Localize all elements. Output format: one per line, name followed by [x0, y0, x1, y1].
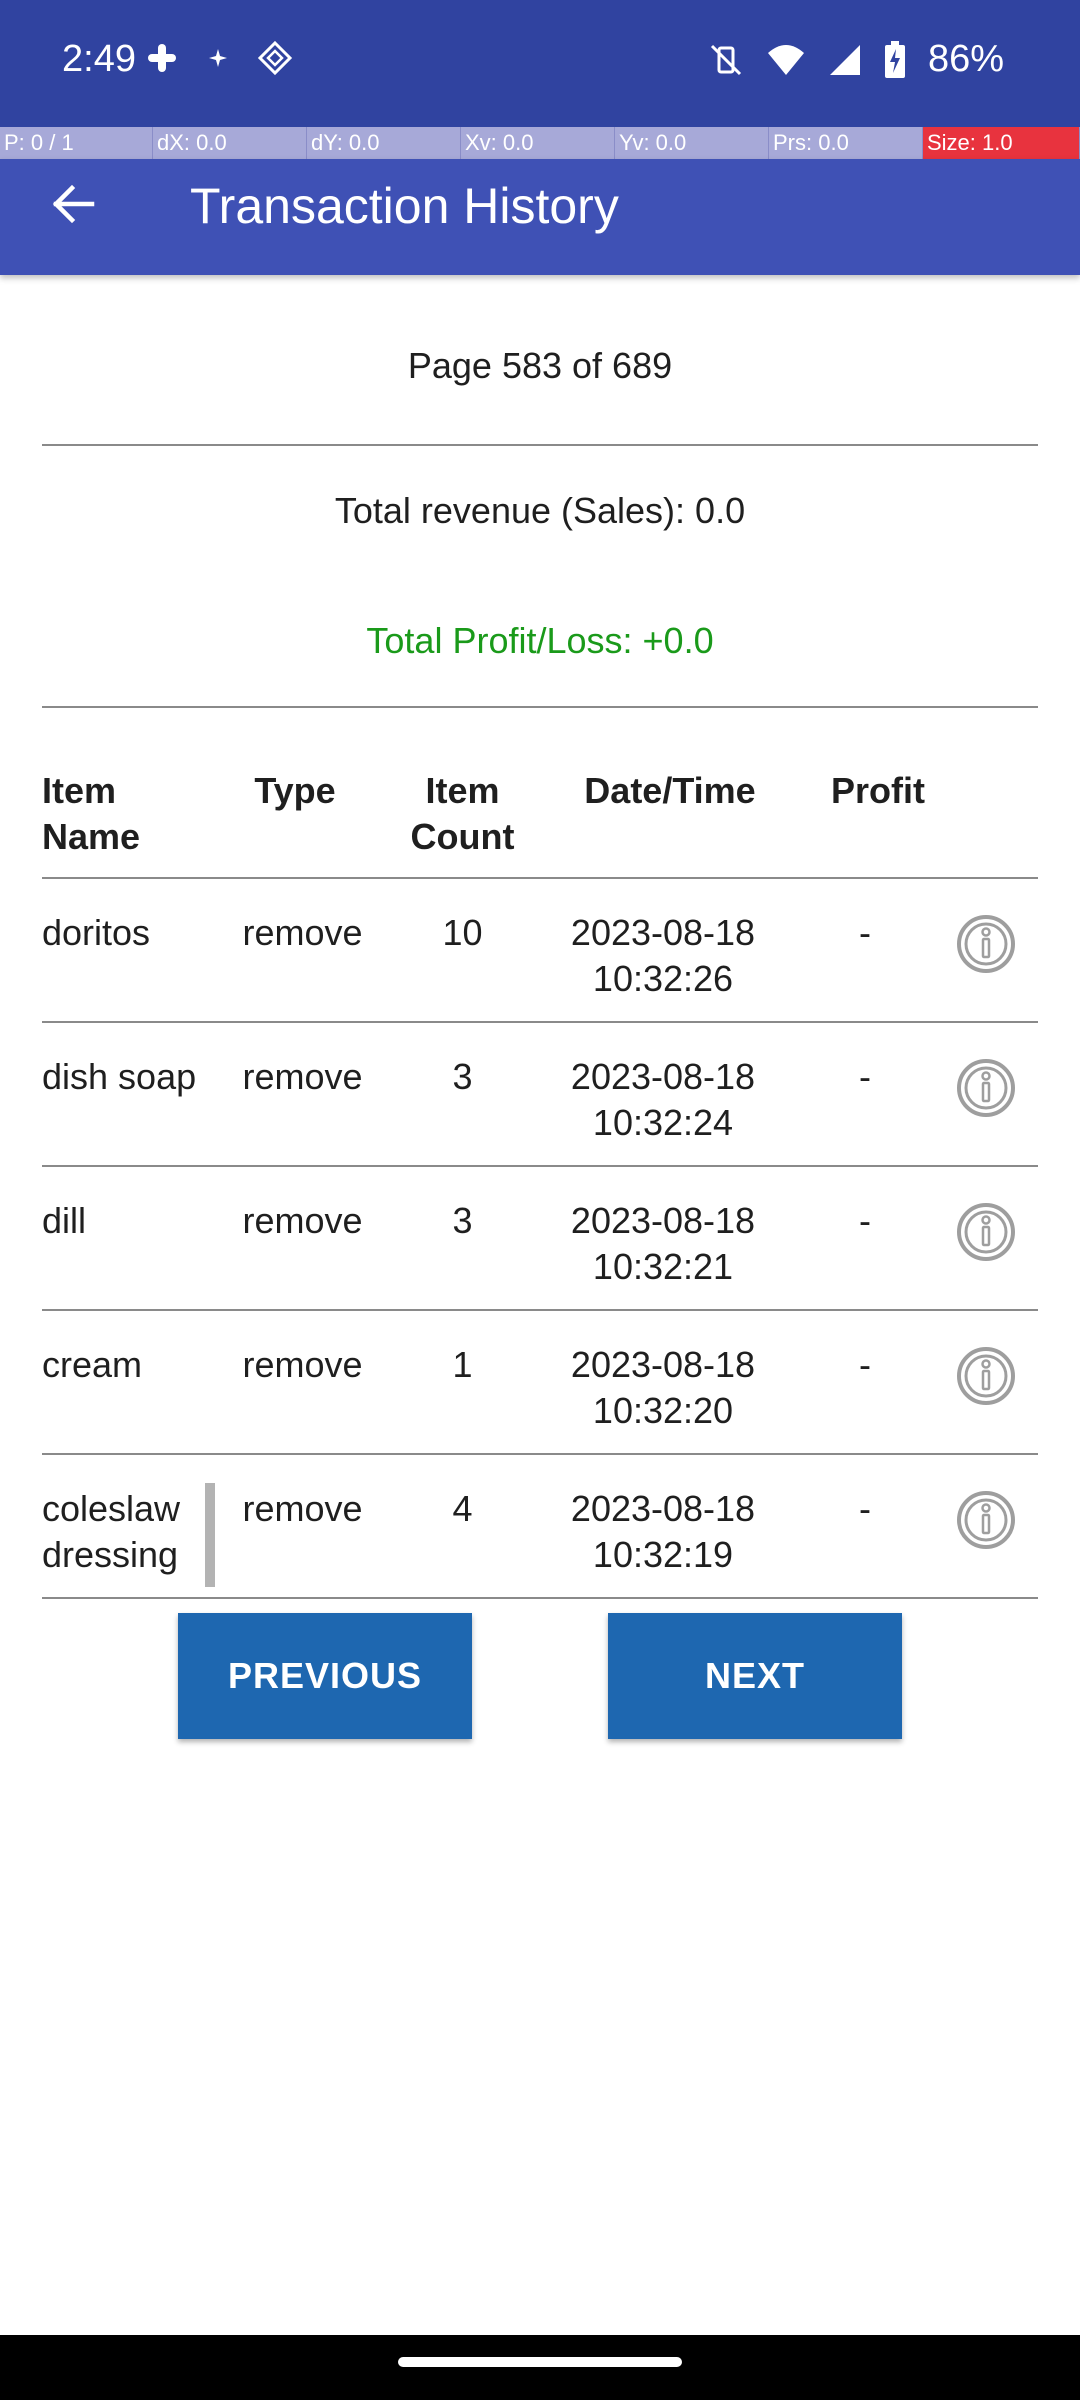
page-title: Transaction History	[190, 178, 619, 234]
info-icon[interactable]	[955, 913, 1017, 975]
row-type: remove	[242, 1200, 363, 1241]
row-item-name: doritos	[42, 912, 151, 953]
header-profit: Profit	[831, 770, 925, 811]
row-item-name: dish soap	[42, 1056, 197, 1097]
row-count: 3	[452, 1056, 473, 1097]
row-item-name: dill	[42, 1200, 87, 1241]
divider	[42, 1021, 1038, 1023]
row-type: remove	[242, 1488, 363, 1529]
row-type: remove	[242, 912, 363, 953]
divider	[42, 877, 1038, 879]
pointer-yv: Yv: 0.0	[615, 127, 769, 159]
sparkle-icon	[209, 49, 227, 67]
scroll-indicator[interactable]	[205, 1483, 215, 1587]
row-time: 10:32:26	[592, 958, 734, 999]
row-profit: -	[859, 1200, 871, 1241]
previous-button[interactable]: PREVIOUS	[178, 1613, 472, 1739]
status-bar: 2:49 86%	[0, 0, 1080, 127]
pointer-dy: dY: 0.0	[307, 127, 461, 159]
total-revenue: Total revenue (Sales): 0.0	[334, 490, 746, 531]
row-time: 10:32:20	[592, 1390, 734, 1431]
divider	[42, 1165, 1038, 1167]
row-date: 2023-08-18	[570, 1488, 756, 1529]
row-count: 4	[452, 1488, 473, 1529]
home-gesture-handle[interactable]	[398, 2357, 682, 2367]
row-item-name: cream	[42, 1344, 143, 1385]
pointer-location-bar: P: 0 / 1 dX: 0.0 dY: 0.0 Xv: 0.0 Yv: 0.0…	[0, 127, 1080, 159]
pointer-dx: dX: 0.0	[153, 127, 307, 159]
row-profit: -	[859, 1056, 871, 1097]
row-count: 1	[452, 1344, 473, 1385]
divider	[42, 706, 1038, 708]
total-profit-loss: Total Profit/Loss: +0.0	[366, 620, 714, 661]
row-type: remove	[242, 1056, 363, 1097]
row-date: 2023-08-18	[570, 1200, 756, 1241]
divider	[42, 444, 1038, 446]
back-arrow-icon[interactable]	[48, 179, 98, 229]
info-icon[interactable]	[955, 1345, 1017, 1407]
pointer-count: P: 0 / 1	[0, 127, 153, 159]
row-date: 2023-08-18	[570, 1056, 756, 1097]
mute-vibrate-icon	[710, 44, 741, 75]
diamond-app-icon	[257, 40, 293, 76]
header-datetime: Date/Time	[584, 770, 756, 811]
slack-icon	[148, 44, 176, 72]
status-time: 2:49	[62, 38, 136, 80]
row-item-name: coleslaw dressing	[42, 1488, 181, 1575]
row-profit: -	[859, 1344, 871, 1385]
info-icon[interactable]	[955, 1489, 1017, 1551]
next-button[interactable]: NEXT	[608, 1613, 902, 1739]
pointer-prs: Prs: 0.0	[769, 127, 923, 159]
row-count: 10	[442, 912, 483, 953]
row-time: 10:32:21	[592, 1246, 734, 1287]
divider	[42, 1453, 1038, 1455]
row-time: 10:32:19	[592, 1534, 734, 1575]
row-profit: -	[859, 1488, 871, 1529]
row-date: 2023-08-18	[570, 912, 756, 953]
row-type: remove	[242, 1344, 363, 1385]
header-item-name: Item Name	[42, 770, 141, 857]
row-date: 2023-08-18	[570, 1344, 756, 1385]
page-indicator: Page 583 of 689	[407, 345, 673, 386]
battery-percent: 86%	[927, 38, 1004, 80]
header-type: Type	[254, 770, 336, 811]
info-icon[interactable]	[955, 1057, 1017, 1119]
app-bar: Transaction History	[0, 159, 1080, 275]
divider	[42, 1597, 1038, 1599]
row-time: 10:32:24	[592, 1102, 734, 1143]
wifi-icon	[767, 44, 804, 75]
pointer-size: Size: 1.0	[923, 127, 1080, 159]
row-count: 3	[452, 1200, 473, 1241]
pointer-xv: Xv: 0.0	[461, 127, 615, 159]
info-icon[interactable]	[955, 1201, 1017, 1263]
battery-charging-icon	[884, 40, 905, 78]
divider	[42, 1309, 1038, 1311]
navigation-bar	[0, 2335, 1080, 2400]
header-item-count: Item Count	[410, 770, 515, 857]
signal-icon	[829, 44, 860, 75]
row-profit: -	[859, 912, 871, 953]
